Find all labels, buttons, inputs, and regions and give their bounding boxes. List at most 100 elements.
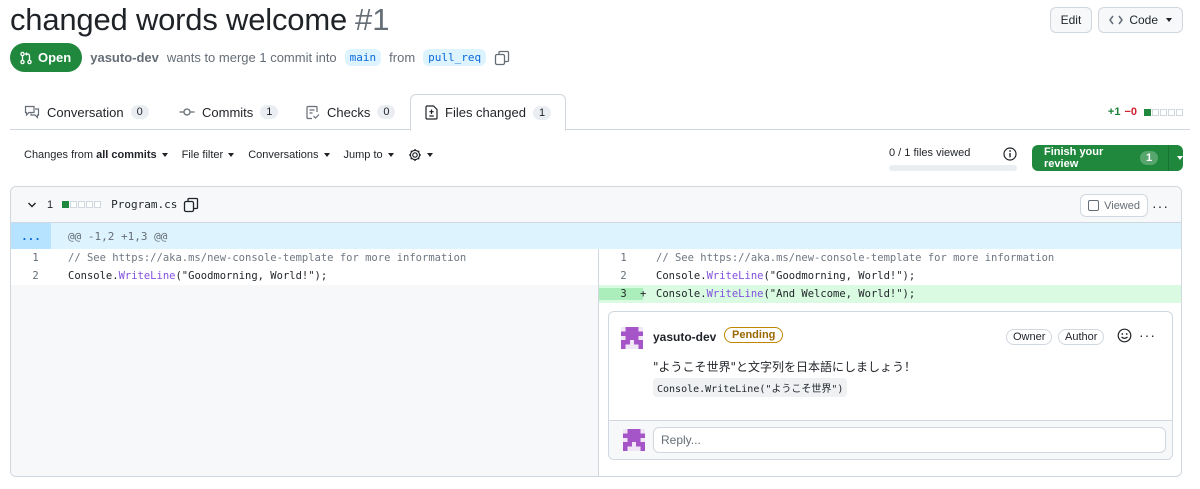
files-viewed-progress: 0 / 1 files viewed bbox=[889, 147, 1017, 171]
code-line: // See https://aka.ms/new-console-templa… bbox=[68, 252, 467, 264]
code-token: Console. bbox=[656, 288, 707, 300]
tab-files-changed[interactable]: Files changed 1 bbox=[410, 94, 567, 131]
comment-discussion-icon bbox=[24, 105, 40, 119]
kebab-menu-icon[interactable]: ··· bbox=[1152, 198, 1169, 214]
header-actions: Edit Code bbox=[1049, 7, 1183, 33]
finish-review-count: 1 bbox=[1139, 151, 1159, 165]
copy-icon[interactable] bbox=[494, 50, 510, 66]
edit-button-label: Edit bbox=[1060, 13, 1082, 27]
tab-commits-label: Commits bbox=[202, 104, 254, 120]
changes-from-dropdown[interactable]: Changes from all commits bbox=[24, 149, 168, 161]
settings-dropdown[interactable] bbox=[408, 148, 433, 162]
checkbox[interactable] bbox=[1088, 200, 1100, 211]
status-badge: Open bbox=[10, 43, 83, 72]
file-filter-label: File filter bbox=[181, 149, 224, 161]
diffstat-additions: +1 bbox=[1107, 106, 1121, 118]
tab-commits[interactable]: Commits 1 bbox=[165, 94, 292, 130]
diff-line: 1 // See https://aka.ms/new-console-temp… bbox=[599, 249, 1181, 267]
finish-review-button[interactable]: Finish your review 1 bbox=[1032, 145, 1183, 171]
viewed-checkbox-button[interactable]: Viewed bbox=[1080, 194, 1148, 217]
expand-hunk-button[interactable]: ... bbox=[11, 223, 51, 249]
diff-line-added: 3 + Console.WriteLine("And Welcome, Worl… bbox=[599, 285, 1181, 303]
avatar bbox=[623, 429, 645, 451]
viewed-label: Viewed bbox=[1104, 199, 1140, 212]
info-icon[interactable] bbox=[1003, 147, 1017, 161]
hunk-header: ... @@ -1,2 +1,3 @@ bbox=[11, 223, 1181, 249]
tab-conversation[interactable]: Conversation 0 bbox=[10, 94, 163, 130]
diffstat-block-neutral bbox=[1160, 108, 1167, 116]
pr-title: changed words welcome bbox=[10, 2, 347, 37]
tab-checks-label: Checks bbox=[327, 104, 371, 120]
checklist-icon bbox=[306, 105, 320, 119]
smiley-icon[interactable] bbox=[1117, 328, 1132, 343]
diffstat-block-neutral bbox=[78, 201, 86, 208]
diff-left-pane: 1 // See https://aka.ms/new-console-temp… bbox=[11, 249, 598, 476]
review-comment: yasuto-dev Pending Owner Author ··· "ようこ… bbox=[609, 312, 1172, 421]
file-diff-icon bbox=[425, 105, 438, 120]
file-name[interactable]: Program.cs bbox=[111, 198, 177, 211]
kebab-menu-icon[interactable]: ··· bbox=[1139, 327, 1156, 343]
line-number[interactable]: 2 bbox=[599, 270, 643, 282]
reply-input[interactable]: Reply... bbox=[653, 427, 1166, 453]
diff-empty-area bbox=[11, 285, 598, 476]
file-filter-dropdown[interactable]: File filter bbox=[182, 149, 235, 161]
code-button[interactable]: Code bbox=[1098, 7, 1183, 33]
code-icon bbox=[1109, 15, 1124, 25]
chevron-down-icon bbox=[323, 153, 330, 157]
chevron-down-icon[interactable] bbox=[27, 200, 37, 210]
file-header: 1 Program.cs Viewed ··· bbox=[11, 187, 1181, 223]
conversations-label: Conversations bbox=[248, 149, 319, 161]
comment-body: "ようこそ世界"と文字列を日本語にしましょう！ bbox=[653, 360, 917, 374]
pr-title-row: changed words welcome #1 bbox=[10, 2, 389, 38]
avatar[interactable] bbox=[621, 327, 643, 349]
jump-to-dropdown[interactable]: Jump to bbox=[344, 149, 394, 161]
review-comment-thread: yasuto-dev Pending Owner Author ··· "ようこ… bbox=[608, 311, 1173, 460]
edit-button[interactable]: Edit bbox=[1049, 7, 1093, 33]
line-number[interactable]: 1 bbox=[11, 252, 55, 264]
copy-icon[interactable] bbox=[183, 197, 199, 213]
code-line: Console.WriteLine("Goodmorning, World!")… bbox=[55, 270, 327, 282]
chevron-down-icon bbox=[161, 153, 168, 157]
diff-line: 2 Console.WriteLine("Goodmorning, World!… bbox=[599, 267, 1181, 285]
tab-files-changed-count: 1 bbox=[532, 105, 552, 120]
line-number[interactable]: 3 bbox=[599, 288, 643, 300]
tab-checks-count: 0 bbox=[377, 105, 396, 119]
changes-from-value: all commits bbox=[96, 149, 157, 161]
base-branch[interactable]: main bbox=[344, 49, 382, 66]
files-viewed-bar bbox=[889, 165, 1017, 171]
file-change-count: 1 bbox=[47, 198, 54, 211]
author-badge: Author bbox=[1058, 329, 1105, 345]
tab-checks[interactable]: Checks 0 bbox=[292, 94, 409, 130]
line-number[interactable]: 2 bbox=[11, 270, 55, 282]
finish-review-label: Finish your review bbox=[1044, 146, 1104, 170]
hunk-header-text: @@ -1,2 +1,3 @@ bbox=[68, 229, 168, 243]
chevron-down-icon bbox=[1166, 18, 1172, 22]
changes-from-prefix: Changes from bbox=[24, 149, 94, 161]
pr-author[interactable]: yasuto-dev bbox=[90, 50, 159, 65]
from-text: from bbox=[389, 50, 416, 65]
pr-number: #1 bbox=[354, 2, 390, 37]
code-token: Console. bbox=[68, 270, 119, 282]
pull-request-icon bbox=[20, 51, 32, 64]
line-number[interactable]: 1 bbox=[599, 252, 643, 264]
added-marker: + bbox=[640, 288, 647, 300]
files-viewed-text: 0 / 1 files viewed bbox=[889, 147, 971, 159]
code-token: WriteLine bbox=[118, 270, 176, 282]
comment-author[interactable]: yasuto-dev bbox=[653, 330, 716, 344]
tab-commits-count: 1 bbox=[260, 105, 279, 119]
head-branch[interactable]: pull_req bbox=[423, 49, 487, 66]
status-badge-label: Open bbox=[38, 50, 72, 65]
diffstat: +1 −0 bbox=[1108, 106, 1183, 118]
diffstat-deletions: −0 bbox=[1124, 106, 1137, 118]
jump-to-label: Jump to bbox=[343, 149, 383, 161]
tab-conversation-count: 0 bbox=[130, 105, 149, 119]
conversations-dropdown[interactable]: Conversations bbox=[248, 149, 330, 161]
commit-icon bbox=[179, 108, 195, 116]
code-line: // See https://aka.ms/new-console-templa… bbox=[656, 252, 1055, 264]
reply-row: Reply... bbox=[609, 421, 1172, 459]
code-line: Console.WriteLine("Goodmorning, World!")… bbox=[643, 270, 915, 282]
pending-badge: Pending bbox=[724, 327, 784, 343]
diffstat-block-added bbox=[1144, 108, 1151, 116]
gear-icon bbox=[408, 149, 421, 161]
tab-conversation-label: Conversation bbox=[47, 104, 124, 120]
